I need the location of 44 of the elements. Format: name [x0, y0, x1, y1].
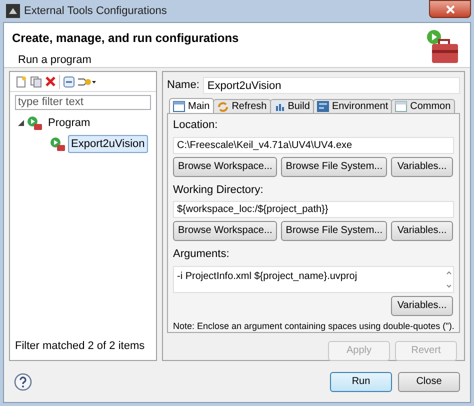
new-icon[interactable] — [15, 76, 27, 88]
window-title: External Tools Configurations — [24, 4, 167, 19]
help-icon[interactable] — [14, 372, 32, 390]
refresh-icon — [216, 100, 229, 112]
program-icon — [27, 116, 42, 130]
tree-item[interactable]: Export2uVision — [68, 134, 148, 153]
environment-icon — [316, 101, 329, 112]
dialog-button[interactable]: Browse Workspace... — [173, 221, 277, 241]
delete-icon[interactable] — [45, 76, 56, 87]
expanded-icon[interactable] — [18, 120, 24, 126]
collapse-icon[interactable] — [63, 76, 75, 88]
dialog-button[interactable]: Close — [398, 372, 460, 392]
dialog-button[interactable]: Browse File System... — [280, 221, 387, 241]
filter-status: Filter matched 2 of 2 items — [14, 338, 146, 354]
app-icon — [6, 4, 20, 18]
filter-field[interactable]: type filter text — [15, 95, 151, 110]
header-subtitle: Run a program — [17, 53, 92, 68]
tab[interactable]: Environment — [312, 99, 392, 113]
tab[interactable]: Refresh — [212, 99, 271, 113]
program-icon — [50, 136, 65, 151]
close-icon — [446, 4, 454, 14]
tree-item[interactable]: Program — [45, 114, 94, 132]
dialog-button[interactable]: Variables... — [391, 156, 453, 176]
tab[interactable]: Build — [270, 99, 314, 113]
name-label: Name: — [167, 78, 200, 94]
group-label: Working Directory: — [173, 182, 264, 198]
duplicate-icon[interactable] — [30, 76, 42, 88]
header-title: Create, manage, and run configurations — [12, 30, 239, 47]
name-field[interactable]: Export2uVision — [203, 77, 460, 94]
dialog-button[interactable]: Browse Workspace... — [173, 156, 277, 176]
dialog-button[interactable]: Variables... — [391, 221, 453, 241]
path-field[interactable]: ${workspace_loc:/${project_path}} — [173, 201, 454, 218]
run-button[interactable]: Run — [330, 372, 392, 392]
dialog-button[interactable]: Browse File System... — [280, 156, 387, 176]
group-label: Location: — [173, 118, 219, 133]
build-icon — [274, 101, 285, 112]
group-label: Arguments: — [173, 247, 230, 262]
dialog-button[interactable]: Variables... — [391, 296, 453, 316]
tab[interactable]: Common — [391, 99, 455, 113]
arguments-field[interactable]: -i ProjectInfo.xml ${project_name}.uvproj — [173, 266, 454, 292]
tab[interactable]: Main — [169, 98, 214, 113]
path-field[interactable]: C:\Freescale\Keil_v4.71a\UV4\UV4.exe — [173, 136, 454, 154]
note-text: Note: Enclose an argument containing spaces using double-quotes ("). — [173, 320, 454, 332]
close-button[interactable] — [429, 0, 471, 18]
